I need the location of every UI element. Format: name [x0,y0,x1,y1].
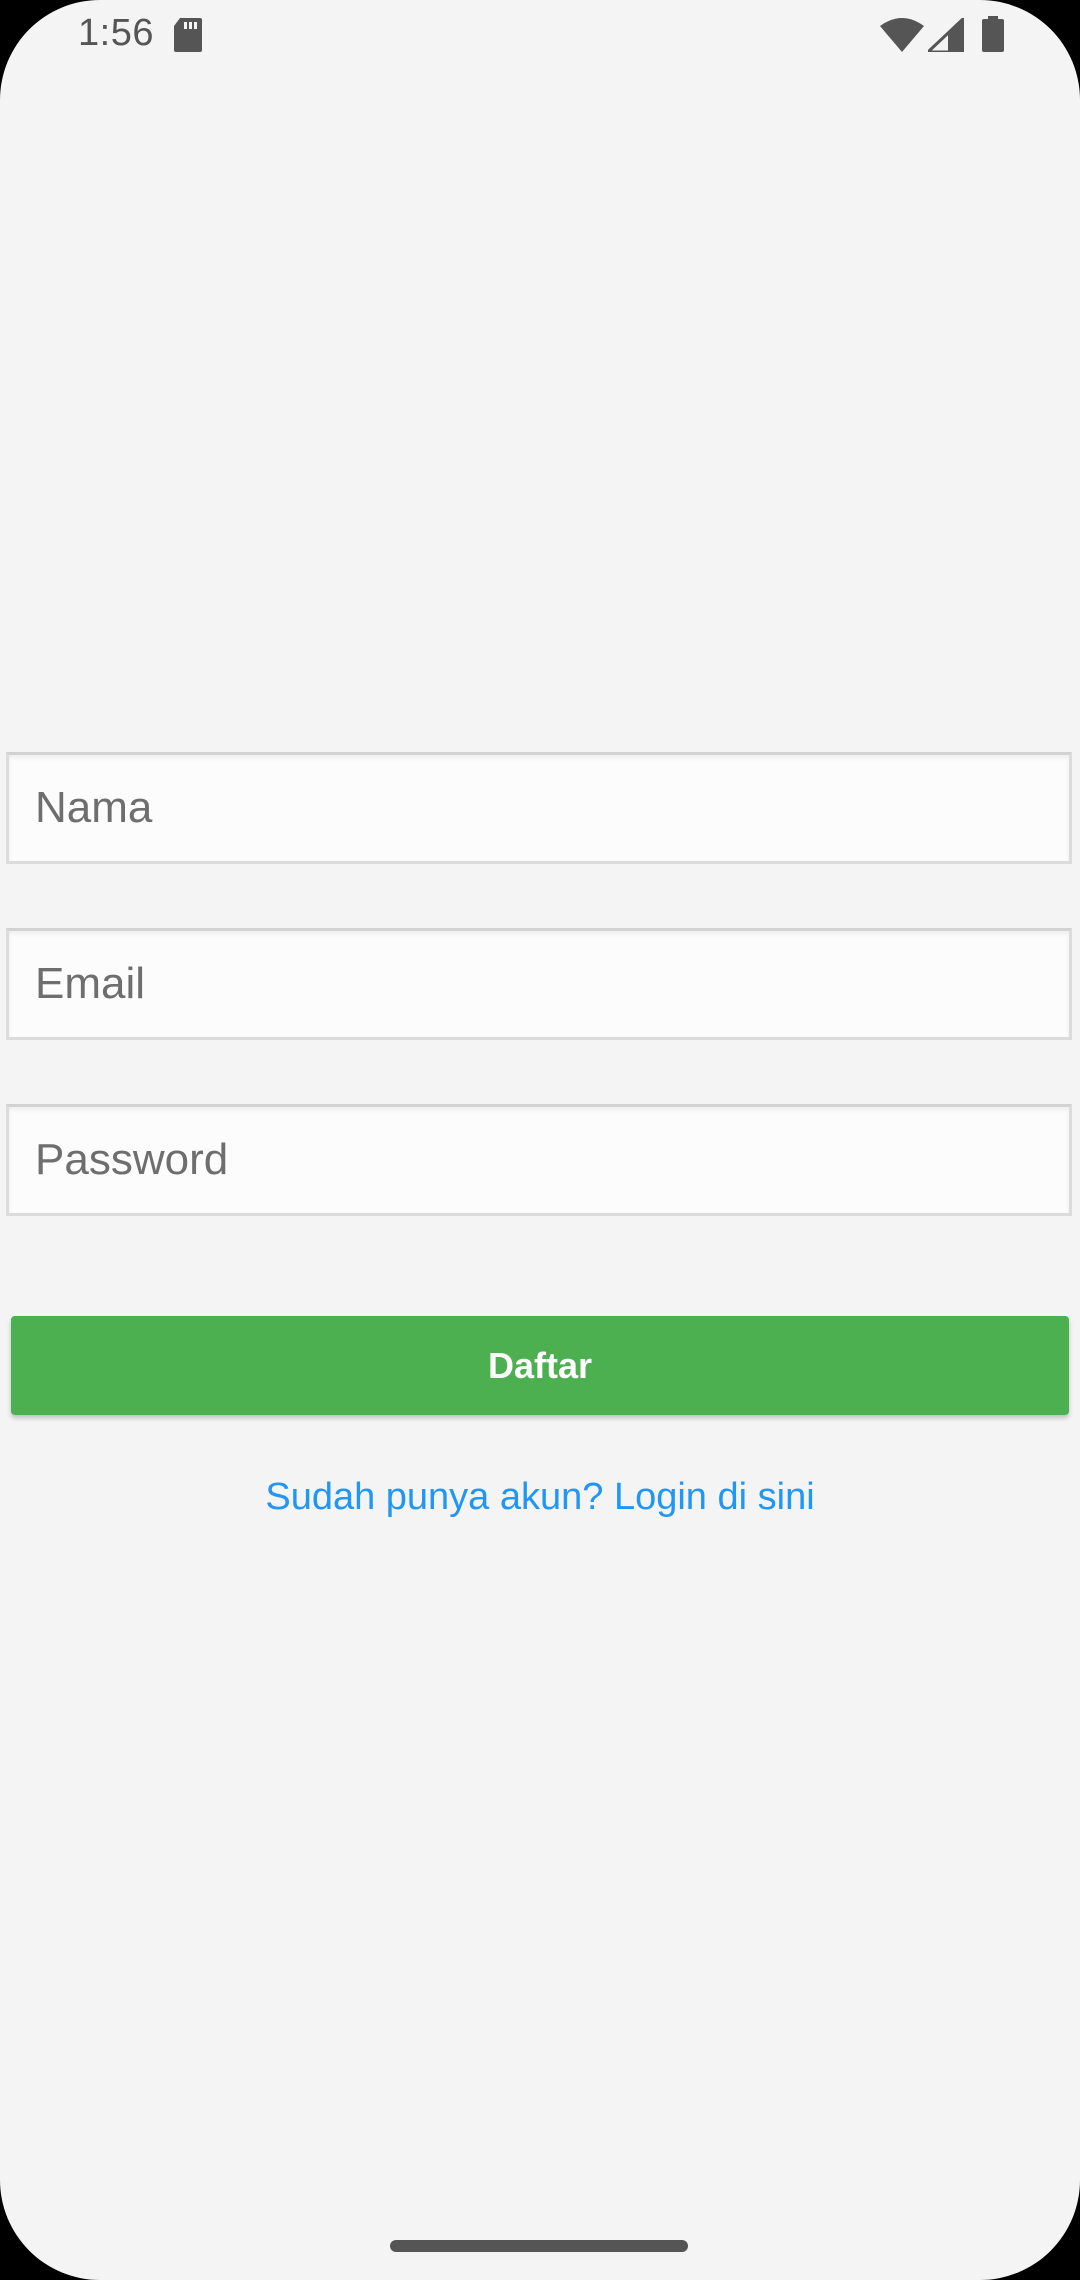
wifi-icon [880,18,924,52]
register-screen: 1:56 Nama Email Daftar Sudah punya akun?… [0,0,1080,2280]
name-field-container [6,752,1072,864]
name-input[interactable] [9,755,1069,861]
email-input[interactable] [9,931,1069,1037]
sd-card-icon [174,18,202,52]
register-button[interactable]: Daftar [11,1316,1069,1415]
email-field-container [6,928,1072,1040]
login-link[interactable]: Sudah punya akun? Login di sini [0,1476,1080,1519]
password-field-container [6,1104,1072,1216]
status-bar: 1:56 [0,0,1080,72]
password-input[interactable] [9,1107,1069,1213]
status-time: 1:56 [78,12,154,54]
battery-icon [982,16,1004,52]
signal-icon [924,14,966,54]
home-indicator[interactable] [390,2240,688,2252]
